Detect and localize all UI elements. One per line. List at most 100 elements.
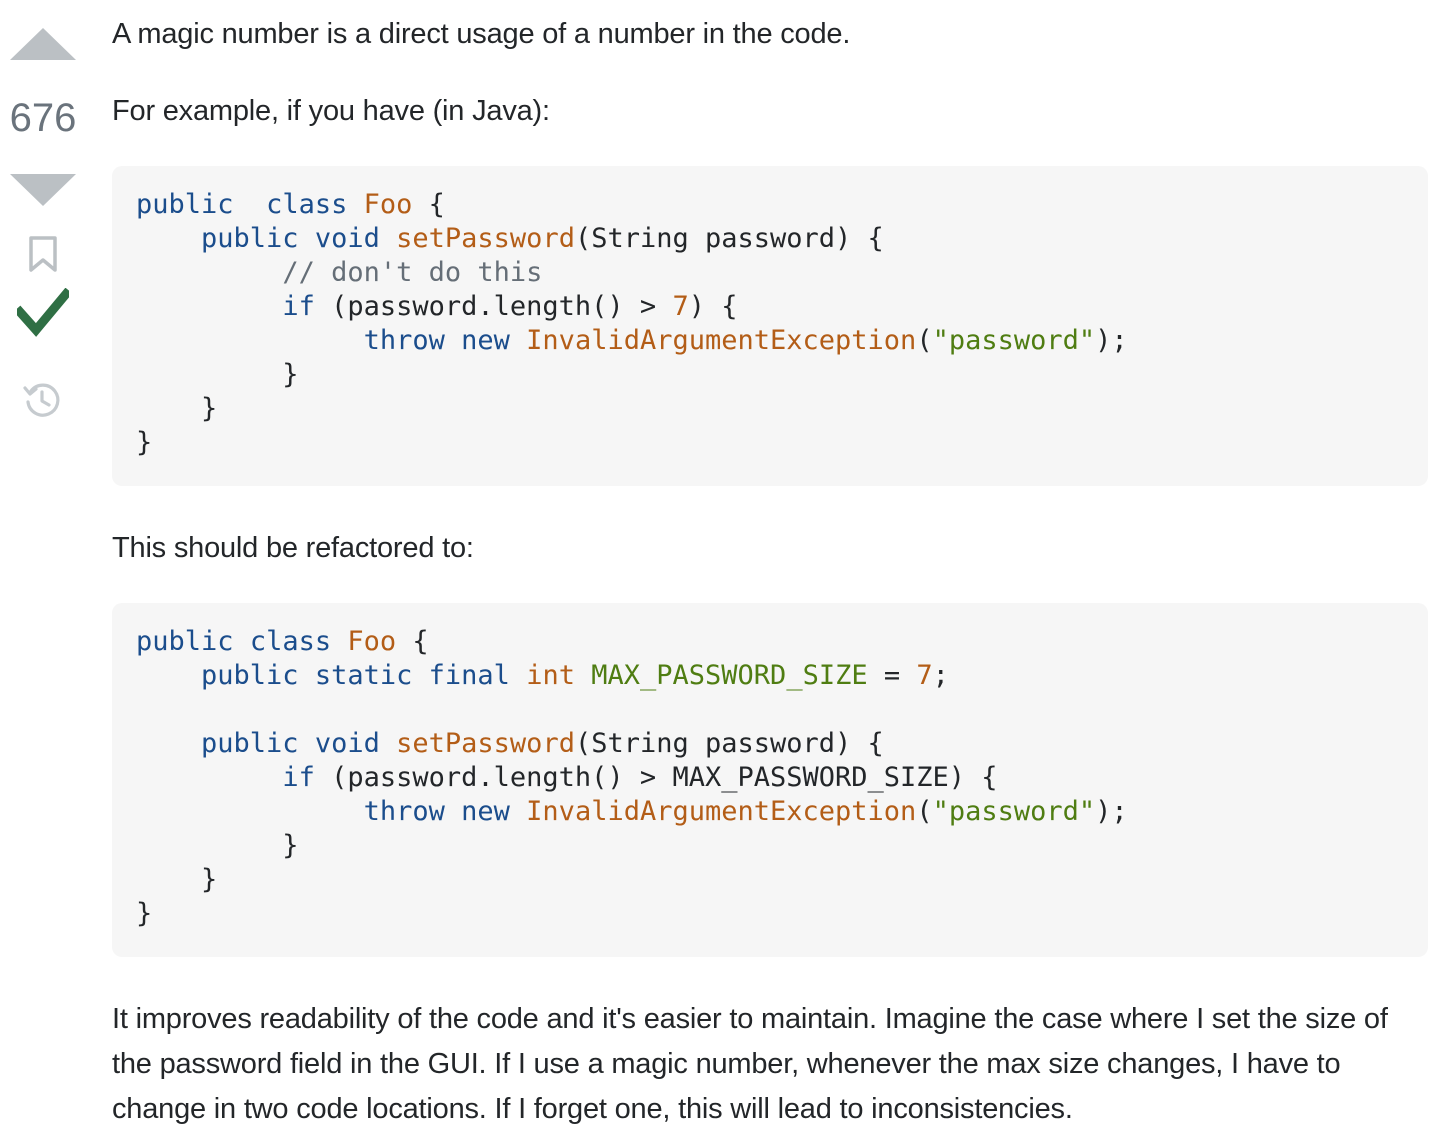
code-token: final xyxy=(428,660,510,691)
answer-paragraph-2: For example, if you have (in Java): xyxy=(112,95,550,127)
accepted-answer-indicator xyxy=(13,287,73,338)
code-token: // don't do this xyxy=(282,257,543,288)
code-token: (password.length() > MAX_PASSWORD_SIZE) … xyxy=(314,762,998,793)
code-token: if xyxy=(282,291,315,322)
code-token: InvalidArgumentException xyxy=(526,796,917,827)
code-token: Foo xyxy=(363,189,413,220)
code-token: "password" xyxy=(932,325,1096,356)
code-line: public void setPassword(String password)… xyxy=(136,222,1404,256)
code-block-original: public class Foo { public void setPasswo… xyxy=(112,166,1428,486)
code-token: public xyxy=(201,728,299,759)
code-line: } xyxy=(136,863,1404,897)
code-token: (password.length() > xyxy=(314,291,673,322)
code-line: public static final int MAX_PASSWORD_SIZ… xyxy=(136,659,1404,693)
code-line: public class Foo { xyxy=(136,625,1404,659)
code-token: Foo xyxy=(347,626,397,657)
downvote-button[interactable] xyxy=(10,174,76,206)
code-token: public xyxy=(201,660,299,691)
code-line: public void setPassword(String password)… xyxy=(136,727,1404,761)
code-line: } xyxy=(136,897,1404,931)
code-token: } xyxy=(136,393,218,424)
code-token: } xyxy=(136,359,299,390)
code-token: "password" xyxy=(932,796,1096,827)
code-token: { xyxy=(412,189,445,220)
code-token: ) { xyxy=(688,291,738,322)
code-token: static xyxy=(314,660,413,691)
vote-count: 676 xyxy=(9,96,77,140)
code-line: throw new InvalidArgumentException("pass… xyxy=(136,324,1404,358)
upvote-button[interactable] xyxy=(10,28,76,60)
code-token: setPassword xyxy=(396,223,575,254)
code-token: public xyxy=(136,189,234,220)
answer-paragraph-1: A magic number is a direct usage of a nu… xyxy=(112,18,851,50)
code-line: // don't do this xyxy=(136,256,1404,290)
code-token: public xyxy=(201,223,299,254)
code-token: 7 xyxy=(672,291,689,322)
code-token: (String password) { xyxy=(574,728,884,759)
downvote-arrow-icon xyxy=(10,174,76,206)
code-token: } xyxy=(136,898,153,929)
code-token: 7 xyxy=(916,660,933,691)
code-token: } xyxy=(136,864,218,895)
upvote-arrow-icon xyxy=(10,28,76,60)
code-token: class xyxy=(266,189,348,220)
code-token: = xyxy=(867,660,917,691)
checkmark-icon xyxy=(13,287,73,337)
answer-paragraph-4: It improves readability of the code and … xyxy=(112,1003,1388,1125)
code-token: InvalidArgumentException xyxy=(526,325,917,356)
code-line: throw new InvalidArgumentException("pass… xyxy=(136,795,1404,829)
code-token: ); xyxy=(1095,325,1128,356)
bookmark-button[interactable] xyxy=(28,236,58,272)
code-token: ); xyxy=(1095,796,1128,827)
code-token: class xyxy=(249,626,332,657)
code-token: void xyxy=(314,728,380,759)
bookmark-icon xyxy=(29,236,57,272)
code-token: throw xyxy=(363,796,445,827)
code-token: (String password) { xyxy=(574,223,884,254)
code-line: } xyxy=(136,392,1404,426)
code-token: new xyxy=(461,325,510,356)
code-line: if (password.length() > 7) { xyxy=(136,290,1404,324)
code-token: int xyxy=(526,660,575,691)
answer-paragraph-3: This should be refactored to: xyxy=(112,532,474,564)
code-token: MAX_PASSWORD_SIZE xyxy=(591,660,868,691)
code-line: } xyxy=(136,426,1404,460)
code-line: if (password.length() > MAX_PASSWORD_SIZ… xyxy=(136,761,1404,795)
history-icon xyxy=(23,383,60,417)
code-token: ( xyxy=(916,325,933,356)
code-token: public xyxy=(136,626,234,657)
code-token: ( xyxy=(916,796,933,827)
code-token: setPassword xyxy=(396,728,575,759)
code-token: throw xyxy=(363,325,445,356)
code-line: } xyxy=(136,358,1404,392)
code-token: } xyxy=(136,830,299,861)
code-line: public class Foo { xyxy=(136,188,1404,222)
code-line: } xyxy=(136,829,1404,863)
history-button[interactable] xyxy=(22,380,62,420)
code-block-refactored: public class Foo { public static final i… xyxy=(112,603,1428,957)
